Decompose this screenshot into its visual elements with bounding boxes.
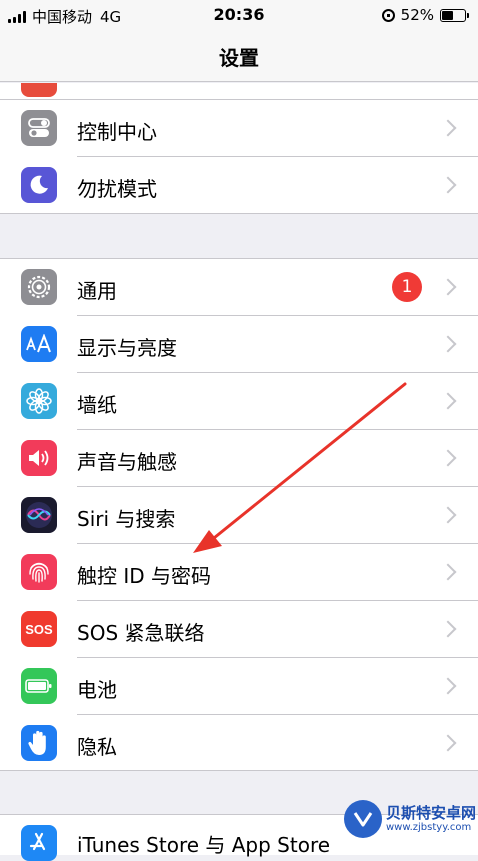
- settings-row-general[interactable]: 通用 1: [0, 259, 478, 316]
- settings-group-1: 控制中心 勿扰模式: [0, 83, 478, 214]
- notification-badge: 1: [392, 272, 422, 302]
- chevron-right-icon: [439, 677, 457, 695]
- settings-row-label: 通用: [77, 279, 117, 303]
- chevron-right-icon: [439, 335, 457, 353]
- settings-row-display-brightness[interactable]: 显示与亮度: [0, 316, 478, 373]
- siri-icon: [21, 497, 57, 533]
- settings-row-label: 墙纸: [77, 393, 117, 417]
- settings-row-emergency-sos[interactable]: SOS SOS 紧急联络: [0, 601, 478, 658]
- battery-percent: 52%: [400, 6, 434, 24]
- chevron-right-icon: [439, 392, 457, 410]
- chevron-right-icon: [439, 734, 457, 752]
- watermark-url: www.zjbstyy.com: [385, 821, 472, 833]
- partial-row-icon: [21, 83, 57, 97]
- battery-icon: [440, 8, 469, 22]
- settings-row-label: iTunes Store 与 App Store: [77, 833, 331, 857]
- sos-icon: SOS: [21, 611, 57, 647]
- moon-icon: [21, 167, 57, 203]
- settings-row-siri-search[interactable]: Siri 与搜索: [0, 487, 478, 544]
- chevron-right-icon: [439, 563, 457, 581]
- settings-group-2: 通用 1 显示与亮度 墙纸 声音与触感 Siri 与搜索 触控 ID 与密码 S…: [0, 258, 478, 771]
- sos-icon-text: SOS: [25, 621, 53, 637]
- chevron-right-icon: [439, 278, 457, 296]
- settings-row-label: 勿扰模式: [77, 177, 157, 201]
- settings-row-battery[interactable]: 电池: [0, 658, 478, 715]
- watermark-logo-icon: [343, 800, 382, 838]
- page-title: 设置: [219, 46, 259, 70]
- settings-row-label: 显示与亮度: [77, 336, 177, 360]
- gear-icon: [21, 269, 57, 305]
- settings-row-wallpaper[interactable]: 墙纸: [0, 373, 478, 430]
- speaker-icon: [21, 440, 57, 476]
- settings-row-label: Siri 与搜索: [77, 507, 176, 531]
- settings-row-label: 声音与触感: [77, 450, 177, 474]
- control-center-icon: [21, 110, 57, 146]
- settings-row-sounds-haptics[interactable]: 声音与触感: [0, 430, 478, 487]
- partial-settings-row[interactable]: [0, 83, 478, 100]
- watermark-title: 贝斯特安卓网: [385, 803, 476, 822]
- settings-row-label: SOS 紧急联络: [77, 621, 205, 645]
- navigation-bar: 设置: [0, 30, 478, 82]
- settings-row-label: 隐私: [77, 735, 117, 759]
- settings-row-label: 电池: [77, 678, 117, 702]
- wallpaper-icon: [21, 383, 57, 419]
- chevron-right-icon: [439, 449, 457, 467]
- battery-icon: [21, 668, 57, 704]
- rotation-lock-icon: [381, 8, 395, 22]
- settings-row-privacy[interactable]: 隐私: [0, 715, 478, 772]
- chevron-right-icon: [439, 620, 457, 638]
- watermark: 贝斯特安卓网 www.zjbstyy.com: [343, 800, 476, 838]
- settings-row-label: 触控 ID 与密码: [77, 564, 212, 588]
- settings-row-control-center[interactable]: 控制中心: [0, 100, 478, 157]
- settings-row-label: 控制中心: [77, 120, 157, 144]
- chevron-right-icon: [439, 176, 457, 194]
- display-brightness-icon: [21, 326, 57, 362]
- hand-icon: [21, 725, 57, 761]
- settings-row-do-not-disturb[interactable]: 勿扰模式: [0, 157, 478, 213]
- settings-row-touch-id-passcode[interactable]: 触控 ID 与密码: [0, 544, 478, 601]
- app-store-icon: [21, 825, 57, 861]
- chevron-right-icon: [439, 119, 457, 137]
- chevron-right-icon: [439, 506, 457, 524]
- status-bar: 中国移动 4G 20:36 52%: [0, 0, 478, 30]
- fingerprint-icon: [21, 554, 57, 590]
